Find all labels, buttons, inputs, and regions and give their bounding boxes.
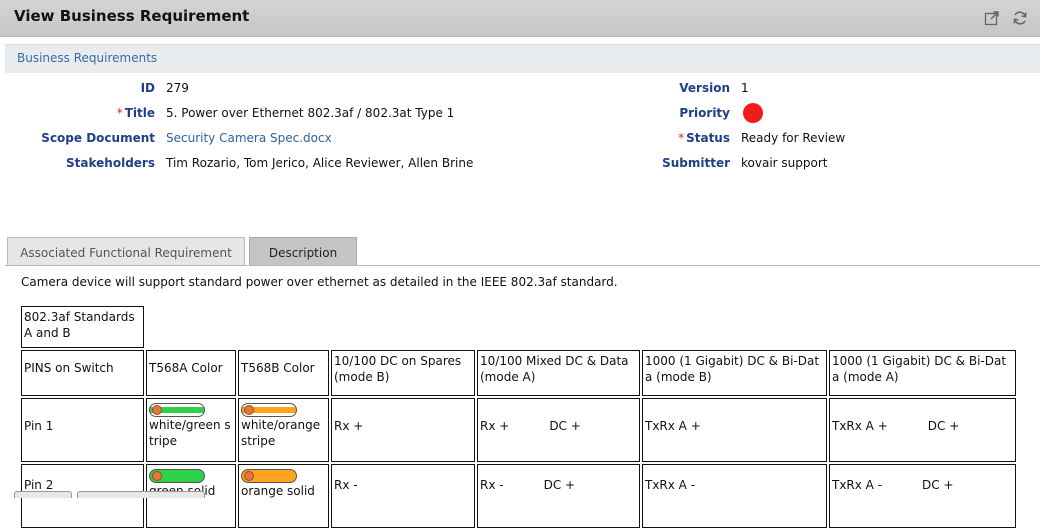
priority-indicator bbox=[743, 103, 763, 123]
scope-document-link[interactable]: Security Camera Spec.docx bbox=[166, 131, 332, 145]
cable-orange-solid-icon bbox=[241, 469, 297, 483]
mixed-dc-text: DC + bbox=[549, 419, 581, 433]
priority-label: Priority bbox=[679, 106, 730, 120]
t568a-cell: white/green stripe bbox=[146, 398, 236, 462]
pin-cell: Pin 1 bbox=[21, 398, 144, 462]
t568b-cell: orange solid bbox=[238, 464, 329, 528]
window-title: View Business Requirement bbox=[14, 7, 250, 25]
description-text: Camera device will support standard powe… bbox=[21, 275, 618, 289]
mixed-cell: Rx + DC + bbox=[477, 398, 640, 462]
version-label: Version bbox=[679, 81, 730, 95]
t568b-cell: white/orange stripe bbox=[238, 398, 329, 462]
cable-white-orange-stripe-icon bbox=[241, 403, 297, 417]
section-title: Business Requirements bbox=[17, 51, 158, 65]
table-row: Pin 1 white/green stripe white/orange st… bbox=[21, 398, 1016, 462]
mixed-dc-text: DC + bbox=[543, 478, 576, 492]
header-gigabit-mode-a: 1000 (1 Gigabit) DC & Bi-Data (mode A) bbox=[829, 350, 1016, 396]
tab-description[interactable]: Description bbox=[249, 237, 357, 266]
cable-white-green-stripe-icon bbox=[149, 403, 205, 417]
stakeholders-value: Tim Rozario, Tom Jerico, Alice Reviewer,… bbox=[166, 156, 474, 170]
gigabit-a-data-text: TxRx A + bbox=[832, 419, 888, 433]
table-caption: 802.3af Standards A and B bbox=[21, 306, 144, 348]
header-t568a-color: T568A Color bbox=[146, 350, 236, 396]
t568b-color-text: white/orange stripe bbox=[241, 418, 321, 448]
stakeholders-label: Stakeholders bbox=[66, 156, 155, 170]
gigabit-a-cell: TxRx A + DC + bbox=[829, 398, 1016, 462]
cable-green-solid-icon bbox=[149, 469, 205, 483]
mixed-data-text: Rx + bbox=[480, 419, 510, 433]
refresh-icon[interactable] bbox=[1012, 10, 1028, 26]
section-header: Business Requirements bbox=[5, 44, 1040, 73]
window-titlebar: View Business Requirement bbox=[0, 0, 1040, 37]
header-pins-on-switch: PINS on Switch bbox=[21, 350, 144, 396]
tab-associated-functional-requirement[interactable]: Associated Functional Requirement bbox=[7, 237, 245, 266]
t568a-color-text: white/green stripe bbox=[149, 418, 231, 448]
gigabit-a-dc-text: DC + bbox=[922, 478, 954, 492]
bottom-button-2[interactable] bbox=[77, 491, 205, 498]
id-label: ID bbox=[140, 81, 155, 95]
title-label: * Title bbox=[117, 106, 155, 120]
gigabit-a-dc-text: DC + bbox=[927, 419, 960, 433]
dc-spares-cell: Rx - bbox=[331, 464, 475, 528]
gigabit-a-data-text: TxRx A - bbox=[832, 478, 883, 492]
title-label-text: Title bbox=[124, 106, 155, 120]
dc-spares-cell: Rx + bbox=[331, 398, 475, 462]
submitter-value: kovair support bbox=[741, 156, 828, 170]
status-label: * Status bbox=[678, 131, 730, 145]
required-marker: * bbox=[116, 106, 123, 120]
submitter-label: Submitter bbox=[662, 156, 730, 170]
tab-divider bbox=[5, 265, 1040, 266]
id-value: 279 bbox=[166, 81, 189, 95]
mixed-data-text: Rx - bbox=[480, 478, 504, 492]
header-mixed-dc-data: 10/100 Mixed DC & Data (mode A) bbox=[477, 350, 640, 396]
required-marker: * bbox=[678, 131, 685, 145]
status-value: Ready for Review bbox=[741, 131, 846, 145]
bottom-button-1[interactable] bbox=[14, 491, 72, 498]
external-link-icon[interactable] bbox=[984, 10, 1000, 26]
version-value: 1 bbox=[741, 81, 749, 95]
mixed-cell: Rx - DC + bbox=[477, 464, 640, 528]
header-dc-on-spares: 10/100 DC on Spares (mode B) bbox=[331, 350, 475, 396]
header-t568b-color: T568B Color bbox=[238, 350, 329, 396]
status-label-text: Status bbox=[686, 131, 730, 145]
gigabit-b-cell: TxRx A - bbox=[642, 464, 827, 528]
title-value: 5. Power over Ethernet 802.3af / 802.3at… bbox=[166, 106, 455, 120]
header-gigabit-mode-b: 1000 (1 Gigabit) DC & Bi-Data (mode B) bbox=[642, 350, 827, 396]
gigabit-b-cell: TxRx A + bbox=[642, 398, 827, 462]
gigabit-a-cell: TxRx A - DC + bbox=[829, 464, 1016, 528]
scope-document-label: Scope Document bbox=[41, 131, 155, 145]
